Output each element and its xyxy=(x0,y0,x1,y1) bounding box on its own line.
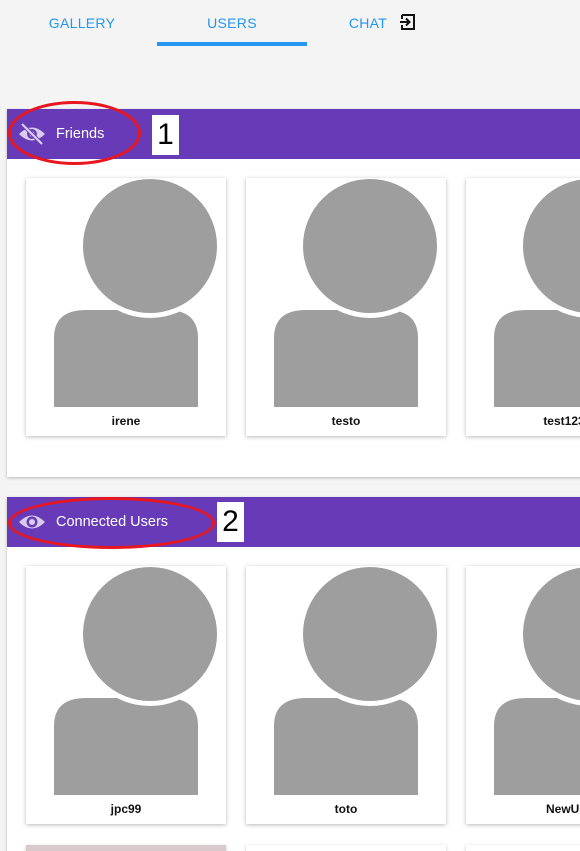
tab-chat[interactable]: CHAT xyxy=(308,0,458,46)
tab-users-label: USERS xyxy=(207,15,257,31)
user-card[interactable]: irene xyxy=(26,178,226,436)
user-card[interactable] xyxy=(246,845,446,851)
user-card[interactable]: test123t xyxy=(466,178,580,436)
annotation-number-1: 1 xyxy=(152,115,179,155)
tab-gallery-label: GALLERY xyxy=(48,15,116,31)
tab-users[interactable]: USERS xyxy=(157,0,307,46)
avatar xyxy=(26,178,226,407)
avatar xyxy=(466,178,580,407)
tab-bar: GALLERY USERS CHAT xyxy=(0,0,580,48)
annotation-number-2: 2 xyxy=(217,502,244,542)
user-name: irene xyxy=(111,414,141,428)
connected-users-panel: Connected Users jpc99 toto NewU xyxy=(7,497,580,851)
avatar xyxy=(26,566,226,795)
avatar xyxy=(246,566,446,795)
user-name: testo xyxy=(331,414,361,428)
tab-gallery[interactable]: GALLERY xyxy=(8,0,156,46)
user-card[interactable]: testo xyxy=(246,178,446,436)
user-card[interactable]: jpc99 xyxy=(26,566,226,824)
app-root: GALLERY USERS CHAT Friends irene testo t… xyxy=(0,0,580,851)
avatar xyxy=(466,566,580,795)
tab-chat-label: CHAT xyxy=(348,15,388,31)
user-name: jpc99 xyxy=(110,802,142,816)
tab-active-indicator xyxy=(157,42,307,46)
avatar xyxy=(246,178,446,407)
user-name: toto xyxy=(334,802,358,816)
friends-panel: Friends irene testo test12 xyxy=(7,109,580,477)
annotation-circle-friends xyxy=(8,101,141,165)
user-card[interactable]: toto xyxy=(246,566,446,824)
user-card[interactable] xyxy=(466,845,580,851)
user-card-photo[interactable] xyxy=(26,845,226,851)
user-card[interactable]: NewUs xyxy=(466,566,580,824)
annotation-circle-connected xyxy=(8,497,215,549)
logout-icon[interactable] xyxy=(399,13,417,31)
next-card-row xyxy=(26,845,580,851)
user-name: test123t xyxy=(543,414,580,428)
user-name: NewUs xyxy=(545,802,580,816)
